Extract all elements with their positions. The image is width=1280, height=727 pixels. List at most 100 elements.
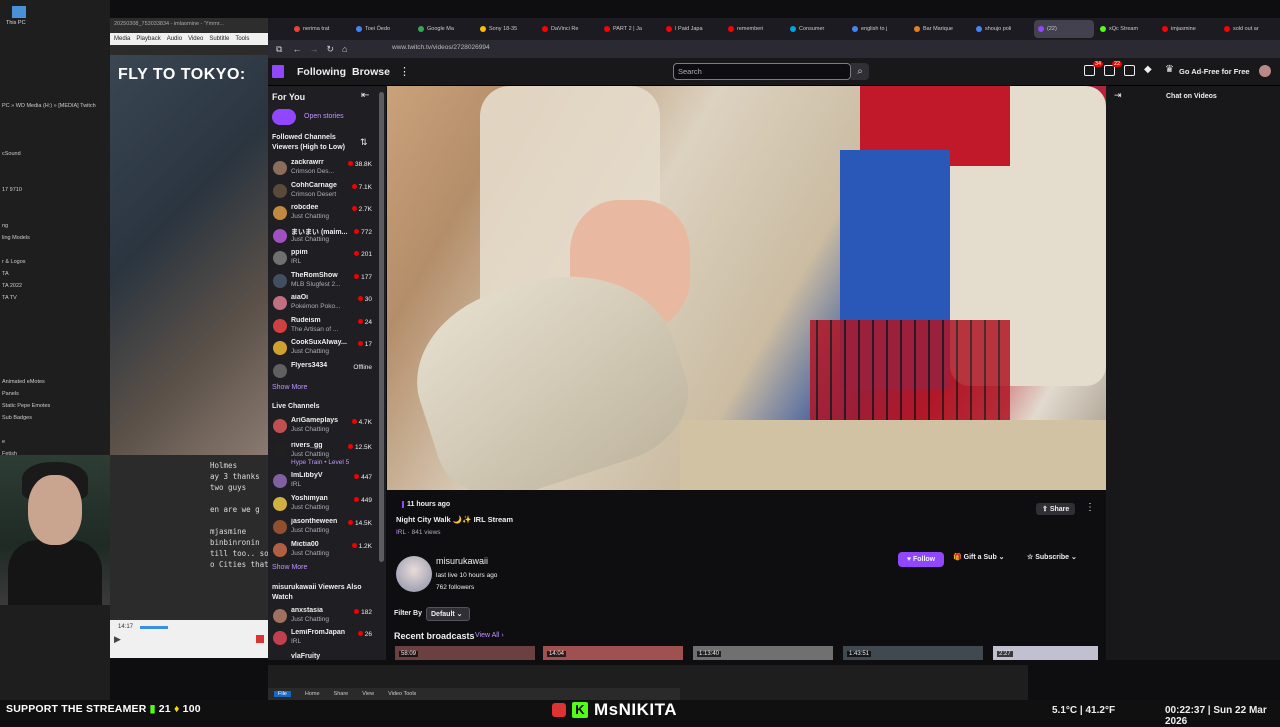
open-stories-link[interactable]: Open stories [304, 113, 344, 120]
media-menu-item[interactable]: Video [188, 36, 203, 42]
sidebar-channel[interactable]: Rudeism The Artisan of ... 24 [270, 315, 376, 337]
filter-select[interactable]: Default ⌄ [426, 607, 470, 621]
media-menu-item[interactable]: Subtitle [209, 36, 229, 42]
record-icon[interactable] [256, 635, 264, 643]
sidebar-channel[interactable]: zackrawrr Crimson Des... 38.8K [270, 157, 376, 179]
nav-browse[interactable]: Browse [352, 66, 390, 78]
desktop-tree-item[interactable]: r & Logos [0, 256, 105, 268]
desktop-tree-item[interactable]: PC » WD Media (H:) » [MEDIA] Twitch [0, 100, 105, 112]
desktop-tree-item[interactable] [0, 340, 105, 352]
desktop-tree-item[interactable] [0, 196, 105, 208]
twitch-logo-icon[interactable] [272, 65, 284, 78]
desktop-tree-item[interactable] [0, 136, 105, 148]
desktop-tree-item[interactable]: TA 2022 [0, 280, 105, 292]
recent-broadcast-thumb[interactable]: 1:43:51 [843, 646, 983, 660]
media-menu-item[interactable]: Audio [167, 36, 182, 42]
browser-tab[interactable]: imjasmine [1158, 20, 1218, 38]
browser-tab[interactable]: PART 2 | Ja [600, 20, 660, 38]
url-text[interactable]: www.twitch.tv/videos/2728026994 [392, 44, 490, 51]
browser-tab[interactable]: (22) [1034, 20, 1094, 38]
bits-icon[interactable]: ◆ [1144, 64, 1152, 75]
channel-avatar[interactable] [396, 556, 432, 592]
desktop-tree-item[interactable] [0, 208, 105, 220]
recent-broadcast-thumb[interactable]: 1:13:40 [693, 646, 833, 660]
ribbon-tab[interactable]: File [274, 691, 291, 697]
browser-tab[interactable]: Google Ma [414, 20, 474, 38]
go-ad-free-button[interactable]: Go Ad-Free for Free [1179, 67, 1250, 76]
sidebar-channel[interactable]: LemiFromJapan IRL 26 [270, 627, 376, 649]
desktop-tree-item[interactable] [0, 352, 105, 364]
media-player-controls[interactable] [110, 620, 268, 658]
sidebar-channel[interactable]: まいまい (maim... Just Chatting 772 [270, 225, 376, 247]
desktop-tree-item[interactable]: TA [0, 268, 105, 280]
browser-tab[interactable]: rememberi [724, 20, 784, 38]
desktop-tree-item[interactable]: ng [0, 220, 105, 232]
desktop-tree-item[interactable]: Animated eMotes [0, 376, 105, 388]
sidebar-channel[interactable]: Flyers3434 Offline [270, 360, 376, 382]
sort-icon[interactable]: ⇅ [360, 137, 368, 148]
desktop-tree-item[interactable]: Static Pepe Emotes [0, 400, 105, 412]
search-input[interactable]: Search [673, 63, 851, 80]
reload-icon[interactable]: ↻ [326, 44, 334, 55]
recent-broadcast-thumb[interactable]: 14:04 [543, 646, 683, 660]
browser-tab[interactable]: xQc Stream [1096, 20, 1156, 38]
this-pc-icon[interactable] [12, 6, 26, 18]
sidebar-scrollbar[interactable] [379, 92, 384, 562]
desktop-tree-item[interactable] [0, 112, 105, 124]
sidebar-channel[interactable]: CookSuxAlway... Just Chatting 17 [270, 337, 376, 359]
desktop-tree-item[interactable]: cSound [0, 148, 105, 160]
sidebar-channel[interactable]: ppim IRL 201 [270, 247, 376, 269]
search-icon[interactable]: ⌕ [851, 63, 869, 80]
desktop-tree-item[interactable] [0, 316, 105, 328]
live-show-more[interactable]: Show More [272, 564, 307, 571]
expand-chat-icon[interactable]: ⇥ [1114, 90, 1122, 101]
recent-broadcast-thumb[interactable]: 2:27 [993, 646, 1098, 660]
sidebar-channel[interactable]: anxstasia Just Chatting 182 [270, 605, 376, 627]
sidebar-channel[interactable]: Yoshimyan Just Chatting 449 [270, 493, 376, 515]
share-button[interactable]: ⇪ Share [1036, 503, 1076, 515]
browser-tab[interactable]: sold out ar [1220, 20, 1280, 38]
sidebar-channel[interactable]: robcdee Just Chatting 2.7K [270, 202, 376, 224]
desktop-tree-item[interactable] [0, 328, 105, 340]
ribbon-tab[interactable]: Video Tools [388, 691, 416, 697]
desktop-tree-item[interactable]: Panels [0, 388, 105, 400]
play-icon[interactable]: ▶ [114, 634, 121, 645]
gift-sub-button[interactable]: 🎁 Gift a Sub ⌄ [953, 553, 1005, 561]
forward-icon[interactable]: → [309, 44, 318, 54]
desktop-tree-item[interactable]: e [0, 436, 105, 448]
desktop-tree-item[interactable] [0, 124, 105, 136]
collapse-sidebar-icon[interactable]: ⇤ [361, 90, 369, 101]
browser-tab[interactable]: Toei Ōedo [352, 20, 412, 38]
browser-tab[interactable]: I Paid Japa [662, 20, 722, 38]
notifications-icon[interactable] [1084, 65, 1095, 76]
nav-following[interactable]: Following [297, 66, 346, 78]
desktop-tree-item[interactable]: Sub Badges [0, 412, 105, 424]
desktop-tree-item[interactable] [0, 160, 105, 172]
sidebar-channel[interactable]: Mictia00 Just Chatting 1.2K [270, 539, 376, 561]
sidebar-channel[interactable]: ImLibbyV IRL 447 [270, 470, 376, 492]
sidebar-channel[interactable]: AriGameplays Just Chatting 4.7K [270, 415, 376, 437]
video-category-link[interactable]: IRL [396, 529, 406, 536]
ribbon-tab[interactable]: View [362, 691, 374, 697]
recent-broadcast-thumb[interactable]: 58:09 [395, 646, 535, 660]
media-menu-item[interactable]: Media [114, 36, 130, 42]
browser-tab[interactable]: english to j [848, 20, 908, 38]
sidebar-channel[interactable]: TheRomShow MLB Slugfest 2... 177 [270, 270, 376, 292]
sidebar-channel[interactable]: aiaOi Pokémon Poko... 30 [270, 292, 376, 314]
browser-tab[interactable]: DaVinci Re [538, 20, 598, 38]
media-player-video[interactable] [110, 55, 268, 455]
browser-tab[interactable]: nerima trat [290, 20, 350, 38]
browser-tab[interactable]: shoujo poli [972, 20, 1032, 38]
back-icon[interactable]: ← [292, 44, 301, 54]
ribbon-tab[interactable]: Home [305, 691, 320, 697]
desktop-tree-item[interactable]: ling Models [0, 232, 105, 244]
browser-tab[interactable]: Sony 18-35 [476, 20, 536, 38]
sidebar-cutoff-item[interactable]: vlaFruity [291, 653, 320, 660]
desktop-tree-item[interactable] [0, 244, 105, 256]
ribbon-tab[interactable]: Share [334, 691, 349, 697]
desktop-tree-item[interactable]: 17 9710 [0, 184, 105, 196]
subscribe-button[interactable]: ☆ Subscribe ⌄ [1027, 553, 1077, 561]
desktop-tree-item[interactable] [0, 424, 105, 436]
media-menu-item[interactable]: Playback [136, 36, 160, 42]
more-options-icon[interactable]: ⋮ [1085, 502, 1095, 513]
